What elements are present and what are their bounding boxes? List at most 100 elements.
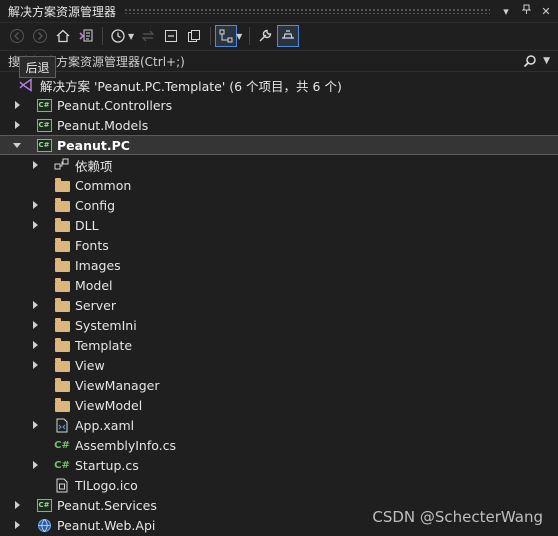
preview-button[interactable] [277, 25, 300, 47]
folder-icon [54, 377, 70, 393]
pin-icon[interactable] [518, 4, 534, 18]
tree-item-viewmanager[interactable]: ViewManager [0, 375, 558, 395]
tree-item-label: Server [75, 297, 116, 313]
properties-button[interactable] [254, 25, 276, 47]
toolbar: ▼ ▼ [0, 22, 558, 50]
drag-grip[interactable] [124, 8, 490, 14]
tree-item-viewmodel[interactable]: ViewModel [0, 395, 558, 415]
sync-with-active-document-button[interactable] [137, 25, 159, 47]
toolbar-separator [249, 27, 251, 45]
tree-item-label: Common [75, 177, 132, 193]
csharp-project-icon: C# [36, 97, 52, 113]
panel-titlebar: 解决方案资源管理器 ▾ ✕ [0, 0, 558, 23]
ico-file-icon [54, 477, 70, 493]
tree-item-label: Peanut.PC [57, 137, 130, 153]
chevron-down-icon[interactable]: ▼ [128, 32, 134, 41]
expand-arrow-icon[interactable] [30, 340, 40, 350]
search-bar[interactable]: 搜索解决方案资源管理器(Ctrl+;) ▼ [0, 50, 558, 72]
search-options-dropdown[interactable]: ▼ [543, 56, 550, 66]
folder-icon [54, 237, 70, 253]
expand-arrow-icon[interactable] [12, 100, 22, 110]
tree-item-fonts[interactable]: Fonts [0, 235, 558, 255]
expand-arrow-icon[interactable] [30, 160, 40, 170]
tree-item-peanut-controllers[interactable]: C# Peanut.Controllers [0, 95, 558, 115]
close-button[interactable]: ✕ [538, 5, 554, 18]
tree-item-label: ViewModel [75, 397, 143, 413]
expand-arrow-icon[interactable] [30, 220, 40, 230]
expand-arrow-icon[interactable] [30, 200, 40, 210]
tree-item-app-xaml[interactable]: App.xaml [0, 415, 558, 435]
tree-item-label: Fonts [75, 237, 109, 253]
tree-item-common[interactable]: Common [0, 175, 558, 195]
toolbar-separator [210, 27, 212, 45]
window-position-menu-button[interactable]: ▾ [498, 5, 514, 18]
tree-item-config[interactable]: Config [0, 195, 558, 215]
expand-arrow-icon[interactable] [30, 360, 40, 370]
tree-item-label: App.xaml [75, 417, 135, 433]
tree-item-tllogo[interactable]: TlLogo.ico [0, 475, 558, 495]
tree-item-label: Images [75, 257, 121, 273]
watermark: CSDN @SchecterWang [372, 508, 543, 526]
tree-item-label: Model [75, 277, 113, 293]
wrench-icon [259, 29, 272, 42]
tree-item-template[interactable]: Template [0, 335, 558, 355]
search-icon[interactable] [523, 54, 537, 68]
tree-item-label: 依赖项 [75, 158, 113, 174]
csharp-file-icon: C# [54, 459, 70, 471]
folder-icon [54, 277, 70, 293]
tree-item-dependencies[interactable]: 依赖项 [0, 155, 558, 175]
csharp-project-icon: C# [36, 117, 52, 133]
tree-item-startup[interactable]: C# Startup.cs [0, 455, 558, 475]
switch-views-button[interactable] [75, 25, 97, 47]
xaml-file-icon [54, 417, 70, 433]
tree-item-view[interactable]: View [0, 355, 558, 375]
show-all-files-button[interactable] [183, 25, 205, 47]
dependencies-icon [54, 157, 70, 173]
preview-icon [282, 30, 295, 39]
back-arrow-icon [10, 29, 24, 43]
back-button[interactable] [6, 25, 28, 47]
tree-item-assemblyinfo[interactable]: C# AssemblyInfo.cs [0, 435, 558, 455]
clock-icon [111, 29, 125, 43]
show-all-files-icon [188, 30, 201, 42]
folder-icon [54, 177, 70, 193]
pending-changes-filter-button[interactable] [107, 25, 129, 47]
folder-icon [54, 357, 70, 373]
tree-item-images[interactable]: Images [0, 255, 558, 275]
preview-selected-items-button[interactable] [215, 25, 238, 47]
expand-arrow-icon[interactable] [12, 520, 22, 530]
expand-arrow-icon[interactable] [30, 460, 40, 470]
tree-item-label: Template [75, 337, 133, 353]
tree-item-label: Peanut.Controllers [57, 97, 173, 113]
tree-item-dll[interactable]: DLL [0, 215, 558, 235]
hierarchy-icon [219, 29, 233, 43]
collapse-arrow-icon[interactable] [12, 140, 22, 150]
back-tooltip: 后退 [19, 56, 56, 78]
solution-label: 解决方案 'Peanut.PC.Template' (6 个项目，共 6 个) [40, 78, 342, 94]
solution-node[interactable]: 解决方案 'Peanut.PC.Template' (6 个项目，共 6 个) [0, 75, 558, 95]
folder-icon [54, 397, 70, 413]
expand-arrow-icon[interactable] [30, 300, 40, 310]
search-input[interactable]: 搜索解决方案资源管理器(Ctrl+;) [0, 53, 523, 70]
chevron-down-icon[interactable]: ▼ [236, 32, 242, 41]
tree-item-label: DLL [75, 217, 99, 233]
folder-icon [54, 217, 70, 233]
tree-item-peanut-models[interactable]: C# Peanut.Models [0, 115, 558, 135]
web-project-icon [36, 517, 52, 533]
forward-button[interactable] [29, 25, 51, 47]
expand-arrow-icon[interactable] [12, 500, 22, 510]
tree-item-server[interactable]: Server [0, 295, 558, 315]
tree-item-label: View [75, 357, 105, 373]
tree-item-peanut-pc[interactable]: C# Peanut.PC [0, 135, 558, 155]
expand-arrow-icon[interactable] [30, 420, 40, 430]
tree-item-label: Startup.cs [75, 457, 139, 473]
tree-item-systemini[interactable]: SystemIni [0, 315, 558, 335]
home-button[interactable] [52, 25, 74, 47]
collapse-all-button[interactable] [160, 25, 182, 47]
expand-arrow-icon[interactable] [12, 120, 22, 130]
expand-arrow-icon[interactable] [30, 320, 40, 330]
toolbar-separator [102, 27, 103, 45]
panel-title: 解决方案资源管理器 [8, 4, 117, 19]
tree-item-model[interactable]: Model [0, 275, 558, 295]
folder-icon [54, 337, 70, 353]
